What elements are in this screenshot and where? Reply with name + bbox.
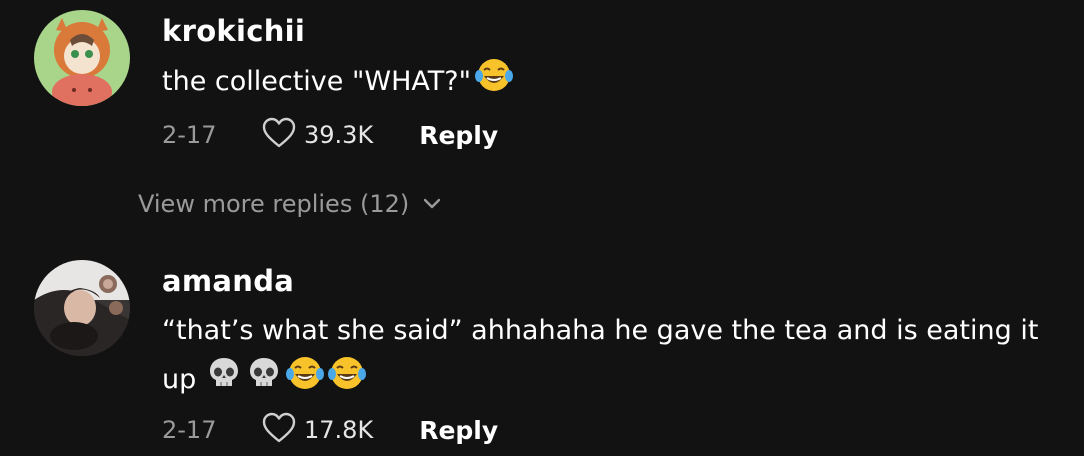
laughing-tears-emoji [286,354,325,407]
comment-username[interactable]: krokichii [162,14,305,48]
reply-button[interactable]: Reply [419,416,498,445]
comment-meta: 2-17 17.8K Reply [162,410,498,450]
avatar[interactable] [34,10,130,106]
comment-date: 2-17 [162,416,217,444]
laughing-tears-emoji [328,354,367,407]
chevron-down-icon [423,198,441,210]
comment-body: the collective "WHAT?" [162,66,472,97]
comment-text: “that’s what she said” ahhahaha he gave … [162,308,1062,407]
comment-meta: 2-17 39.3K Reply [162,115,498,155]
view-more-replies-button[interactable]: View more replies (12) [138,190,441,218]
comment-username[interactable]: amanda [162,264,294,298]
like-button[interactable]: 39.3K [262,117,373,153]
reply-button[interactable]: Reply [419,121,498,150]
skull-emoji [206,355,242,406]
view-more-label: View more replies (12) [138,190,410,218]
like-button[interactable]: 17.8K [262,412,373,448]
laughing-tears-emoji [475,56,514,109]
skull-emoji [246,355,282,406]
heart-icon[interactable] [262,412,296,448]
like-count: 39.3K [304,121,374,149]
comments-panel: krokichii the collective "WHAT?" 2-17 39… [0,0,1084,456]
heart-icon[interactable] [262,117,296,153]
comment-date: 2-17 [162,121,217,149]
avatar[interactable] [34,260,130,356]
comment-text: the collective "WHAT?" [162,56,1042,109]
like-count: 17.8K [304,416,374,444]
